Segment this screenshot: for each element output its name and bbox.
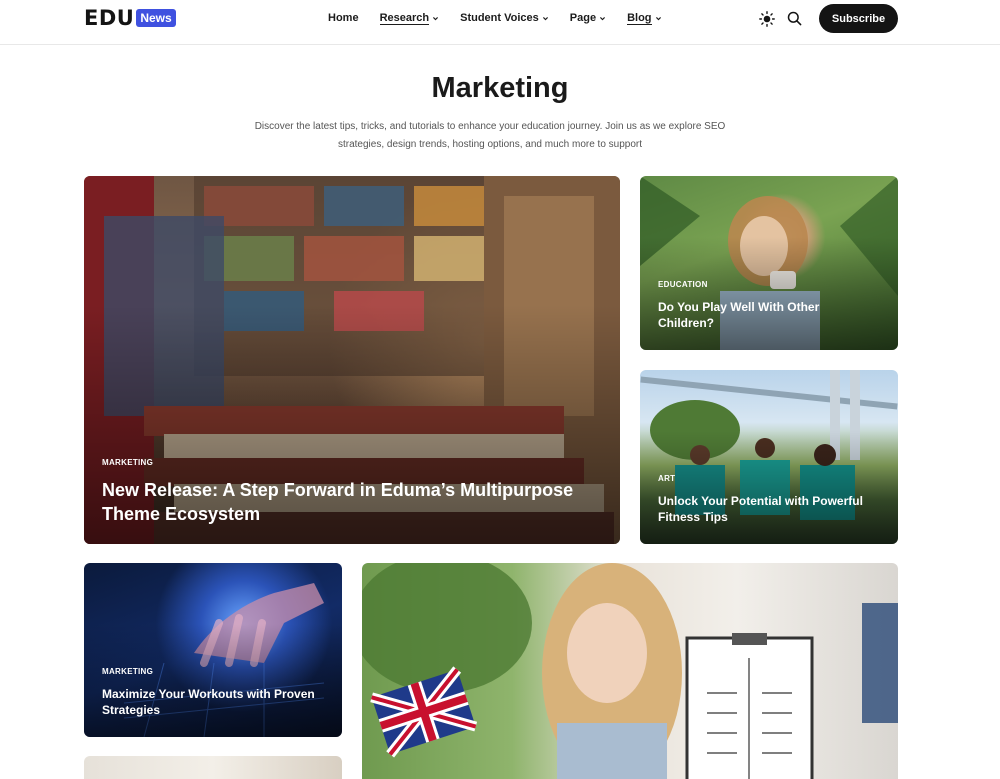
- post-title[interactable]: New Release: A Step Forward in Eduma’s M…: [102, 478, 612, 526]
- nav-student-voices[interactable]: Student Voices: [460, 11, 549, 25]
- chevron-down-icon: [542, 16, 548, 20]
- post-category[interactable]: MARKETING: [102, 458, 153, 467]
- nav-page[interactable]: Page: [570, 11, 606, 25]
- header-actions: Subscribe: [757, 4, 898, 33]
- post-card[interactable]: ART Unlock Your Potential with Powerful …: [640, 370, 898, 544]
- nav-research[interactable]: Research: [379, 11, 440, 25]
- nav-page-label: Page: [569, 12, 597, 24]
- post-category[interactable]: EDUCATION: [658, 280, 708, 289]
- post-title[interactable]: Maximize Your Workouts with Proven Strat…: [102, 686, 332, 718]
- subscribe-button[interactable]: Subscribe: [819, 4, 898, 33]
- nav-home-label: Home: [328, 12, 359, 24]
- nav-blog[interactable]: Blog: [627, 11, 661, 25]
- chevron-down-icon: [655, 16, 661, 20]
- featured-post-card[interactable]: MARKETING New Release: A Step Forward in…: [84, 176, 620, 544]
- chevron-down-icon: [433, 16, 439, 20]
- woman-with-flag-illustration: [362, 563, 898, 779]
- main-nav: Home Research Student Voices Page Blog: [328, 11, 683, 25]
- post-title[interactable]: Do You Play Well With Other Children?: [658, 299, 878, 331]
- logo-text: EDU: [84, 6, 135, 30]
- page-description: Discover the latest tips, tricks, and tu…: [254, 121, 726, 150]
- search-button[interactable]: [784, 9, 804, 29]
- post-card[interactable]: EDUCATION Do You Play Well With Other Ch…: [640, 176, 898, 350]
- chevron-down-icon: [600, 16, 606, 20]
- site-header: EDU News Home Research Student Voices Pa…: [0, 0, 1000, 45]
- post-image: [362, 563, 898, 779]
- nav-blog-label: Blog: [627, 11, 652, 25]
- post-title[interactable]: Unlock Your Potential with Powerful Fitn…: [658, 493, 888, 525]
- post-category[interactable]: ART: [658, 474, 675, 483]
- post-card[interactable]: MARKETING Maximize Your Workouts with Pr…: [84, 563, 342, 737]
- post-card[interactable]: [362, 563, 898, 779]
- logo-badge: News: [136, 9, 176, 27]
- nav-student-voices-label: Student Voices: [460, 12, 539, 24]
- site-logo[interactable]: EDU News: [84, 6, 176, 30]
- page-title: Marketing: [431, 72, 569, 104]
- sun-icon: [759, 10, 775, 27]
- post-category[interactable]: MARKETING: [102, 667, 153, 676]
- post-card[interactable]: [84, 756, 342, 779]
- nav-research-label: Research: [379, 11, 430, 25]
- post-image: [84, 756, 342, 779]
- search-icon: [787, 11, 801, 26]
- nav-home[interactable]: Home: [328, 11, 359, 25]
- theme-toggle-button[interactable]: [757, 9, 777, 29]
